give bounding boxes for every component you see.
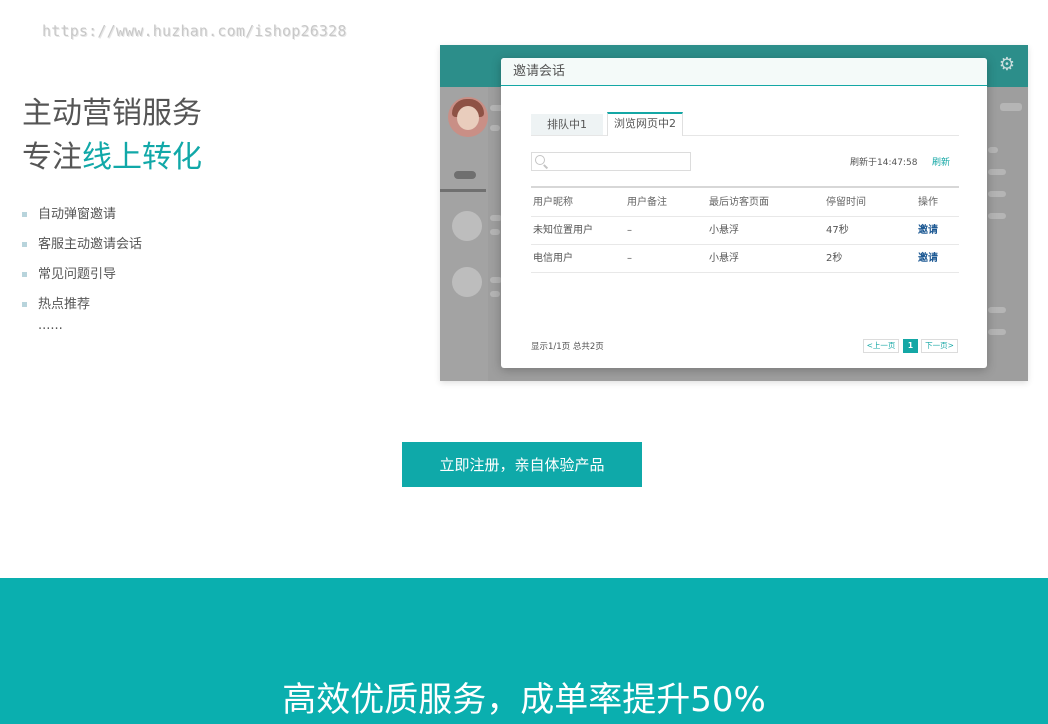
promo-title-line2: 专注线上转化 [22,136,202,180]
app-background-avatar-placeholder [452,211,482,241]
visitor-table: 用户昵称 用户备注 最后访客页面 停留时间 操作 未知位置用户 – 小悬浮 47… [531,186,959,273]
feature-band: 高效优质服务，成单率提升50% [0,578,1048,724]
app-background-line [988,169,1006,175]
tab-queue[interactable]: 排队中1 [531,114,603,135]
invite-button[interactable]: 邀请 [918,217,938,245]
feature-list: 自动弹窗邀请 客服主动邀请会话 常见问题引导 热点推荐 [22,200,142,320]
prev-page-button[interactable]: <上一页 [863,339,899,353]
column-header: 最后访客页面 [709,197,769,208]
feature-item: 客服主动邀请会话 [22,230,142,260]
register-cta-button[interactable]: 立即注册，亲自体验产品 [402,442,642,487]
stay-duration: 2秒 [826,253,843,264]
refresh-button[interactable]: 刷新 [932,155,950,168]
app-background-line [988,147,998,153]
band-title: 高效优质服务，成单率提升50% [282,680,766,720]
feature-item: 自动弹窗邀请 [22,200,142,230]
table-header: 用户昵称 用户备注 最后访客页面 停留时间 操作 [531,186,959,217]
promo-title-accent: 线上转化 [82,140,202,175]
app-background-line [988,307,1006,313]
next-page-button[interactable]: 下一页> [921,339,958,353]
app-background-line [490,229,500,235]
app-background-line [988,329,1006,335]
page-number-button[interactable]: 1 [903,339,918,353]
invite-session-modal: 邀请会话 排队中1 浏览网页中2 刷新于14:47:58 刷新 用户昵称 用户备… [501,58,987,368]
search-icon [535,155,545,165]
app-background-line [490,125,500,131]
feature-more: ...... [38,318,63,333]
feature-item: 热点推荐 [22,290,142,320]
visitor-note: – [627,253,632,264]
app-background-tab-underline [440,189,486,192]
visitor-nickname: 电信用户 [533,253,573,264]
gear-icon[interactable]: ⚙ [998,56,1016,74]
invite-button[interactable]: 邀请 [918,245,938,273]
search-box [531,152,691,171]
stay-duration: 47秒 [826,225,849,236]
search-input[interactable] [548,154,688,169]
app-background-line [1000,103,1022,111]
column-header: 用户昵称 [533,197,573,208]
table-row: 电信用户 – 小悬浮 2秒 邀请 [531,245,959,273]
promo-title-line1: 主动营销服务 [22,96,202,131]
app-background-line [988,213,1006,219]
watermark-url: https://www.huzhan.com/ishop26328 [42,22,347,40]
tab-browsing[interactable]: 浏览网页中2 [607,112,683,136]
app-background-line [490,291,500,297]
last-visited-page: 小悬浮 [709,225,739,236]
modal-title: 邀请会话 [501,58,987,86]
last-visited-page: 小悬浮 [709,253,739,264]
tab-bar: 排队中1 浏览网页中2 [531,112,959,136]
app-background-line [988,191,1006,197]
app-background-avatar-placeholder [452,267,482,297]
promo-title: 主动营销服务 专注线上转化 [22,92,202,180]
visitor-nickname: 未知位置用户 [533,225,593,236]
refresh-timestamp: 刷新于14:47:58 [850,158,918,168]
page-summary: 显示1/1页 总共2页 [531,342,604,352]
visitor-note: – [627,225,632,236]
table-row: 未知位置用户 – 小悬浮 47秒 邀请 [531,217,959,245]
column-header: 操作 [918,197,938,208]
app-background-tab [454,171,476,179]
column-header: 停留时间 [826,197,866,208]
feature-item: 常见问题引导 [22,260,142,290]
column-header: 用户备注 [627,197,667,208]
promo-title-prefix: 专注 [22,140,82,175]
avatar [448,97,488,137]
